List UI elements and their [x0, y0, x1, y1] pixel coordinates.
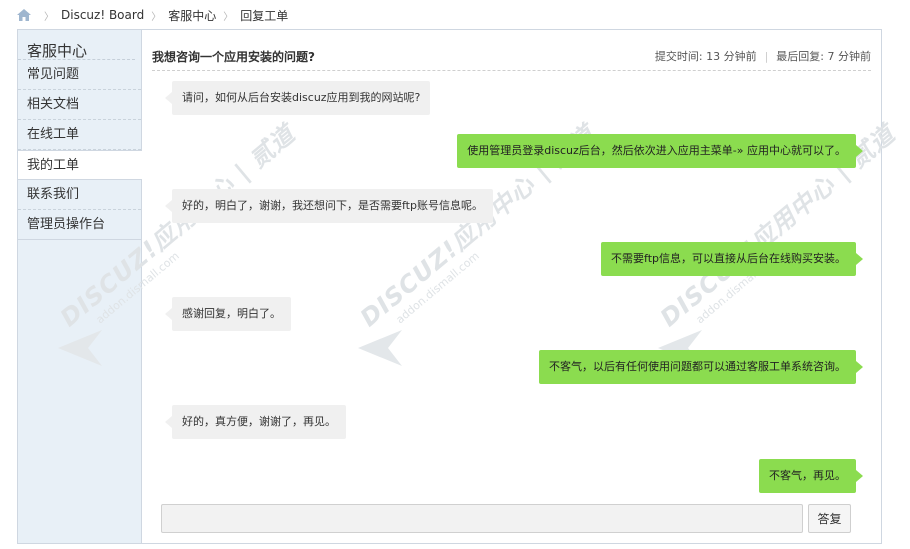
message-bubble: 好的，明白了，谢谢，我还想问下，是否需要ftp账号信息呢。	[165, 189, 493, 223]
last-reply-time: 最后回复: 7 分钟前	[776, 50, 871, 63]
message-bubble: 感谢回复，明白了。	[165, 297, 291, 331]
breadcrumb: 〉 Discuz! Board 〉 客服中心 〉 回复工单	[17, 6, 288, 24]
sidebar-item-online-ticket[interactable]: 在线工单	[18, 120, 141, 150]
message-bubble: 使用管理员登录discuz后台，然后依次进入应用主菜单-» 应用中心就可以了。	[457, 134, 863, 168]
chevron-right-icon: 〉	[151, 11, 162, 23]
message-bubble: 请问，如何从后台安装discuz应用到我的网站呢?	[164, 81, 431, 115]
submit-time: 提交时间: 13 分钟前	[654, 50, 757, 63]
sidebar-item-contact[interactable]: 联系我们	[18, 180, 141, 210]
sidebar-item-my-tickets[interactable]: 我的工单	[18, 150, 142, 180]
sidebar-item-docs[interactable]: 相关文档	[18, 90, 141, 120]
message-bubble: 不客气，以后有任何使用问题都可以通过客服工单系统咨询。	[539, 350, 863, 384]
sidebar-title: 客服中心	[18, 30, 135, 60]
chevron-right-icon: 〉	[44, 11, 54, 23]
thread-meta: 提交时间: 13 分钟前 | 最后回复: 7 分钟前	[654, 50, 871, 63]
thread-header: 我想咨询一个应用安装的问题? 提交时间: 13 分钟前 | 最后回复: 7 分钟前	[152, 44, 871, 71]
sidebar-item-admin-console[interactable]: 管理员操作台	[18, 210, 141, 240]
home-icon[interactable]	[17, 9, 31, 21]
reply-button[interactable]: 答复	[808, 504, 851, 533]
ticket-content: DISCUZ!应用中心 | 贰道 addon.dismall.com DISCU…	[55, 30, 901, 543]
chevron-right-icon: 〉	[223, 11, 234, 23]
breadcrumb-item-board[interactable]: Discuz! Board	[61, 8, 144, 22]
thread-title: 我想咨询一个应用安装的问题?	[152, 50, 315, 64]
breadcrumb-item-service-center[interactable]: 客服中心	[168, 7, 216, 24]
message-bubble: 不需要ftp信息，可以直接从后台在线购买安装。	[601, 242, 863, 276]
message-bubble: 好的，真方便，谢谢了，再见。	[165, 405, 346, 439]
message-bubble: 不客气，再见。	[759, 459, 863, 493]
breadcrumb-item-reply-ticket: 回复工单	[240, 8, 289, 23]
main-frame: 客服中心 常见问题 相关文档 在线工单 我的工单 联系我们 管理员操作台 DIS…	[17, 29, 901, 544]
watermark-arrow-icon	[358, 330, 402, 366]
reply-input[interactable]	[161, 504, 803, 533]
sidebar-item-faq[interactable]: 常见问题	[18, 60, 141, 90]
sidebar-menu: 常见问题 相关文档 在线工单 我的工单 联系我们 管理员操作台	[18, 60, 142, 240]
sidebar: 客服中心 常见问题 相关文档 在线工单 我的工单 联系我们 管理员操作台	[18, 30, 142, 543]
